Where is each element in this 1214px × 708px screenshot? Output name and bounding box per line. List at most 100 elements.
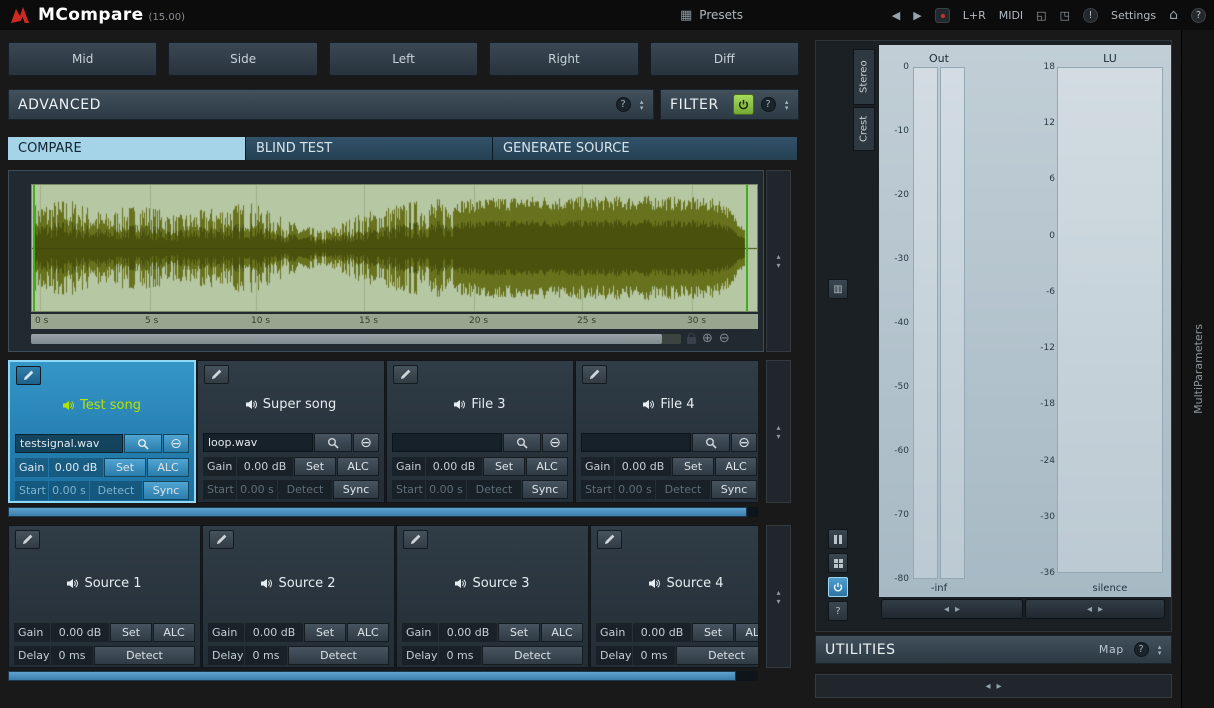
waveform-scrollbar-thumb[interactable] xyxy=(31,334,662,344)
gain-value[interactable]: 0.00 dB xyxy=(426,457,482,476)
next-preset-icon[interactable]: ▶ xyxy=(913,9,921,22)
edit-icon[interactable] xyxy=(403,530,428,549)
channel-left-button[interactable]: Left xyxy=(329,42,478,76)
tab-blind-test[interactable]: BLIND TEST xyxy=(246,137,493,160)
alc-button[interactable]: ALC xyxy=(541,623,583,642)
multiparameters-label[interactable]: MultiParameters xyxy=(1192,324,1205,414)
detect-button[interactable]: Detect xyxy=(278,480,332,499)
browse-file-button[interactable] xyxy=(692,433,730,452)
tab-crest[interactable]: Crest xyxy=(853,107,875,151)
help-icon[interactable]: ? xyxy=(1191,8,1206,23)
channel-diff-button[interactable]: Diff xyxy=(650,42,799,76)
alc-button[interactable]: ALC xyxy=(526,457,568,476)
info-icon[interactable]: ! xyxy=(1083,8,1098,23)
tab-stereo[interactable]: Stereo xyxy=(853,49,875,105)
remove-file-button[interactable]: ⊖ xyxy=(542,433,568,452)
zoom-out-icon[interactable]: ⊖ xyxy=(719,332,730,345)
resize-window-icon[interactable]: ◳ xyxy=(1060,9,1070,22)
gain-value[interactable]: 0.00 dB xyxy=(49,458,103,477)
alc-button[interactable]: ALC xyxy=(337,457,379,476)
advanced-collapse-icon[interactable]: ▴▾ xyxy=(640,99,644,111)
filename-field[interactable]: testsignal.wav xyxy=(15,434,123,453)
sync-button[interactable]: Sync xyxy=(711,480,757,499)
lu-meter-range-slider[interactable]: ◂ ▸ xyxy=(1025,599,1165,619)
meter-help-button[interactable]: ? xyxy=(828,601,848,621)
out-meter-range-slider[interactable]: ◂ ▸ xyxy=(881,599,1023,619)
alc-button[interactable]: ALC xyxy=(347,623,389,642)
set-button[interactable]: Set xyxy=(692,623,734,642)
alc-button[interactable]: ALC xyxy=(715,457,757,476)
filename-field[interactable] xyxy=(581,433,691,452)
channel-side-button[interactable]: Side xyxy=(168,42,317,76)
gain-value[interactable]: 0.00 dB xyxy=(633,623,691,642)
previous-preset-icon[interactable]: ◀ xyxy=(892,9,900,22)
source-row-scrollbar-thumb[interactable] xyxy=(8,671,736,681)
utilities-help-icon[interactable]: ? xyxy=(1134,642,1149,657)
loop-end-marker[interactable] xyxy=(746,185,748,311)
multiparameters-strip[interactable]: MultiParameters xyxy=(1181,30,1214,708)
delay-value[interactable]: 0 ms xyxy=(633,646,675,665)
filter-help-icon[interactable]: ? xyxy=(761,97,776,112)
channel-right-button[interactable]: Right xyxy=(489,42,638,76)
file-row-scrollbar-thumb[interactable] xyxy=(8,507,747,517)
detect-button[interactable]: Detect xyxy=(90,481,142,500)
detect-button[interactable]: Detect xyxy=(676,646,758,665)
source-slot-3[interactable]: Source 3 Gain 0.00 dB Set ALC Delay 0 ms… xyxy=(396,525,589,668)
waveform-canvas[interactable] xyxy=(32,185,757,311)
edit-icon[interactable] xyxy=(209,530,234,549)
source-row-scrollbar[interactable] xyxy=(8,671,758,681)
tab-generate-source[interactable]: GENERATE SOURCE xyxy=(493,137,798,160)
detect-button[interactable]: Detect xyxy=(94,646,195,665)
alc-button[interactable]: ALC xyxy=(735,623,758,642)
file-slot-1[interactable]: Test song testsignal.wav ⊖ Gain 0.00 dB … xyxy=(8,360,196,503)
tab-compare[interactable]: COMPARE xyxy=(8,137,246,160)
midi-button[interactable]: MIDI xyxy=(999,9,1023,22)
edit-icon[interactable] xyxy=(16,366,41,385)
file-slot-2[interactable]: Super song loop.wav ⊖ Gain 0.00 dB Set A… xyxy=(197,360,385,503)
remove-file-button[interactable]: ⊖ xyxy=(353,433,379,452)
filter-power-button[interactable] xyxy=(733,94,754,115)
file-row-resize-handle[interactable]: ▴ ▾ xyxy=(766,360,791,503)
detect-button[interactable]: Detect xyxy=(656,480,710,499)
map-button[interactable]: Map xyxy=(1099,643,1124,656)
sync-button[interactable]: Sync xyxy=(143,481,189,500)
presets-button[interactable]: ▦ Presets xyxy=(680,0,743,30)
remove-file-button[interactable]: ⊖ xyxy=(731,433,757,452)
set-button[interactable]: Set xyxy=(104,458,146,477)
gain-value[interactable]: 0.00 dB xyxy=(237,457,293,476)
channel-mode-button[interactable]: L+R xyxy=(963,9,986,22)
detach-window-icon[interactable]: ◱ xyxy=(1036,9,1046,22)
sync-button[interactable]: Sync xyxy=(522,480,568,499)
browse-file-button[interactable] xyxy=(124,434,162,453)
edit-icon[interactable] xyxy=(582,365,607,384)
set-button[interactable]: Set xyxy=(483,457,525,476)
gain-value[interactable]: 0.00 dB xyxy=(245,623,303,642)
browse-file-button[interactable] xyxy=(314,433,352,452)
filter-panel-header[interactable]: FILTER ? ▴▾ xyxy=(660,89,799,120)
detect-button[interactable]: Detect xyxy=(288,646,389,665)
meter-display[interactable]: Out LU 0-10 -20-30 -40-50 -60-70 -80 181… xyxy=(879,45,1171,597)
edit-icon[interactable] xyxy=(15,530,40,549)
set-button[interactable]: Set xyxy=(110,623,152,642)
set-button[interactable]: Set xyxy=(498,623,540,642)
home-icon[interactable]: ⌂ xyxy=(1169,7,1178,23)
start-value[interactable]: 0.00 s xyxy=(49,481,89,500)
waveform-scrollbar[interactable] xyxy=(31,334,681,344)
waveform-display[interactable] xyxy=(31,184,758,312)
meter-settings-button[interactable]: ▥ xyxy=(828,279,848,299)
edit-icon[interactable] xyxy=(393,365,418,384)
random-preset-icon[interactable] xyxy=(935,8,950,23)
filename-field[interactable] xyxy=(392,433,502,452)
start-value[interactable]: 0.00 s xyxy=(426,480,466,499)
filename-field[interactable]: loop.wav xyxy=(203,433,313,452)
delay-value[interactable]: 0 ms xyxy=(439,646,481,665)
start-value[interactable]: 0.00 s xyxy=(615,480,655,499)
remove-file-button[interactable]: ⊖ xyxy=(163,434,189,453)
detect-button[interactable]: Detect xyxy=(482,646,583,665)
alc-button[interactable]: ALC xyxy=(153,623,195,642)
gain-value[interactable]: 0.00 dB xyxy=(439,623,497,642)
set-button[interactable]: Set xyxy=(294,457,336,476)
advanced-help-icon[interactable]: ? xyxy=(616,97,631,112)
advanced-panel-header[interactable]: ADVANCED ? ▴▾ xyxy=(8,89,654,120)
browse-file-button[interactable] xyxy=(503,433,541,452)
